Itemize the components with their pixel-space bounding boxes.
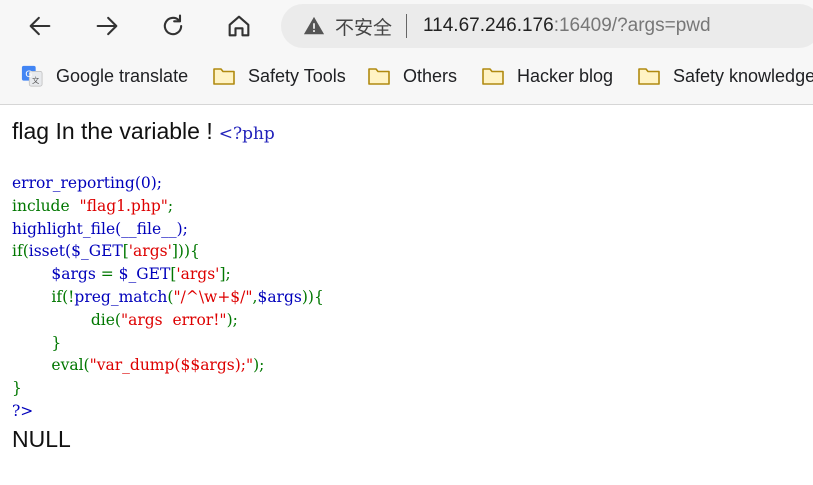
code-token: 'args' [128, 242, 172, 261]
code-line: highlight_file(__file__); [12, 220, 188, 238]
code-token: "args error!" [120, 310, 227, 329]
code-token: eval( [51, 356, 90, 375]
bookmarks-bar: G文 Google translate Safety Tools Others … [0, 56, 813, 96]
home-button[interactable] [221, 8, 257, 44]
code-token: isset( [28, 242, 72, 261]
url-rest: :16409/?args=pwd [553, 15, 711, 36]
bookmark-label: Safety knowledge [673, 65, 813, 86]
var-dump-output: NULL [12, 426, 71, 452]
bookmark-google-translate[interactable]: G文 Google translate [20, 56, 188, 96]
php-open-tag: <?php [218, 124, 275, 144]
code-line: error_reporting(0); [12, 174, 162, 192]
code-token: $_GET [71, 242, 123, 261]
url-host: 114.67.246.176 [423, 15, 554, 36]
bookmark-safety-tools[interactable]: Safety Tools [212, 56, 346, 96]
code-token: ; [167, 196, 174, 215]
address-bar[interactable]: 不安全 114.67.246.176:16409/?args=pwd [281, 4, 813, 48]
code-token: "/^\w+$/" [173, 287, 253, 306]
url-text[interactable]: 114.67.246.176:16409/?args=pwd [423, 15, 711, 37]
code-token: = [100, 265, 119, 284]
code-token: $args [12, 265, 101, 284]
code-token: "flag1.php" [79, 196, 168, 215]
code-line: include "flag1.php"; [12, 197, 173, 215]
code-token: ); [226, 310, 238, 329]
security-status[interactable]: 不安全 [335, 13, 392, 40]
code-line: } [12, 334, 61, 352]
code-line: if(isset($_GET['args'])){ [12, 242, 200, 260]
folder-icon [482, 68, 504, 85]
code-token: "var_dump($$args);" [89, 356, 254, 375]
code-token: ); [253, 356, 265, 375]
code-token: preg_match [74, 287, 168, 306]
code-token: } [12, 333, 62, 352]
google-translate-icon: G文 [21, 65, 43, 87]
navigation-bar: 不安全 114.67.246.176:16409/?args=pwd [0, 0, 813, 52]
code-token: ])){ [171, 242, 200, 261]
code-token: die( [90, 310, 121, 329]
forward-button[interactable] [89, 8, 125, 44]
code-token: $_GET [118, 265, 171, 284]
code-token: error_reporting(0); [12, 174, 162, 192]
code-line: if(!preg_match("/^\w+$/",$args)){ [12, 287, 324, 306]
code-token: include [12, 196, 80, 215]
browser-chrome: 不安全 114.67.246.176:16409/?args=pwd G文 Go… [0, 0, 813, 105]
bookmark-label: Others [403, 65, 458, 86]
heading-text: flag In the variable ! [12, 118, 213, 144]
page-heading: flag In the variable ! <?php [12, 118, 275, 145]
code-token: if( [12, 242, 29, 261]
code-line: eval("var_dump($$args);"); [12, 356, 264, 374]
code-token: if(! [51, 287, 75, 306]
reload-icon [163, 14, 183, 36]
bookmark-label: Google translate [56, 65, 189, 86]
code-line: ?> [12, 402, 33, 420]
source-code-block: error_reporting(0); include "flag1.php";… [12, 172, 324, 423]
back-arrow-icon [29, 16, 51, 36]
code-token: )){ [301, 287, 324, 306]
bookmark-label: Hacker blog [517, 65, 614, 86]
folder-icon [638, 68, 660, 85]
forward-arrow-icon [96, 16, 118, 36]
code-token: ]; [219, 265, 231, 284]
home-icon [228, 15, 250, 37]
bookmark-others[interactable]: Others [367, 56, 457, 96]
code-line: die("args error!"); [12, 311, 238, 329]
code-token: 'args' [176, 265, 220, 284]
bookmark-safety-knowledge[interactable]: Safety knowledge [637, 56, 813, 96]
warning-icon[interactable] [303, 15, 325, 37]
code-token: ?> [12, 401, 34, 420]
code-token: $args [257, 287, 302, 306]
code-token: } [12, 379, 22, 398]
code-token: highlight_file(__file__); [12, 219, 188, 238]
bookmark-label: Safety Tools [248, 65, 346, 86]
folder-icon [368, 68, 390, 85]
svg-text:文: 文 [32, 76, 40, 85]
back-button[interactable] [22, 8, 58, 44]
address-separator [406, 14, 408, 38]
folder-icon [213, 68, 235, 85]
reload-button[interactable] [155, 8, 191, 44]
code-line: } [12, 379, 22, 397]
code-line: $args = $_GET['args']; [12, 265, 231, 284]
bookmark-hacker-blog[interactable]: Hacker blog [481, 56, 613, 96]
